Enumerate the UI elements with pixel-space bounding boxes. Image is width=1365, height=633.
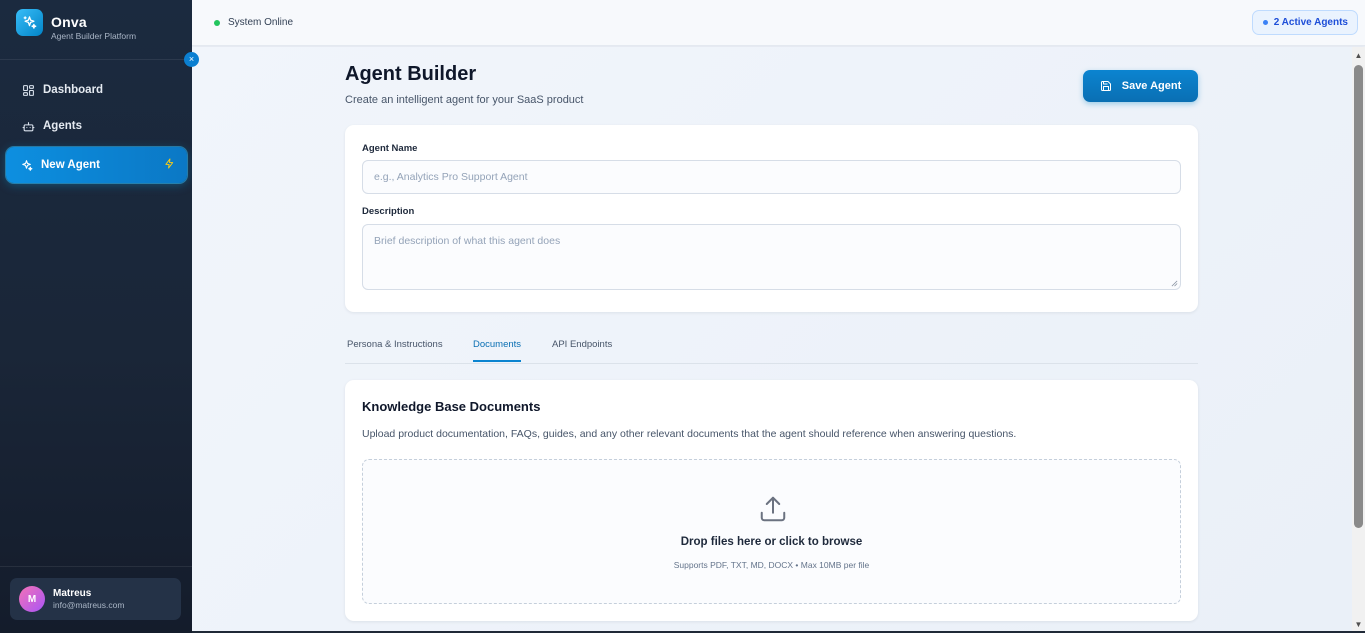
agent-name-label: Agent Name: [362, 143, 418, 154]
save-icon: [1100, 80, 1112, 92]
save-agent-label: Save Agent: [1121, 80, 1182, 92]
page-subtitle: Create an intelligent agent for your Saa…: [345, 94, 584, 106]
bolt-icon: [164, 158, 175, 172]
agent-name-input[interactable]: e.g., Analytics Pro Support Agent: [362, 160, 1181, 194]
tab-api-endpoints[interactable]: API Endpoints: [552, 339, 612, 360]
user-email: info@matreus.com: [53, 600, 125, 610]
description-textarea[interactable]: Brief description of what this agent doe…: [362, 224, 1181, 290]
resize-handle-icon[interactable]: [1171, 280, 1178, 287]
system-status: System Online: [214, 17, 293, 28]
sidebar-footer: M Matreus info@matreus.com: [0, 566, 192, 633]
description-label: Description: [362, 206, 415, 217]
documents-title: Knowledge Base Documents: [362, 399, 541, 414]
agent-details-card: Agent Name e.g., Analytics Pro Support A…: [345, 125, 1198, 312]
file-dropzone[interactable]: Drop files here or click to browse Suppo…: [362, 459, 1181, 604]
upload-icon: [760, 496, 786, 522]
status-text: System Online: [228, 17, 294, 28]
main-content: Agent Builder Create an intelligent agen…: [192, 47, 1352, 633]
avatar: M: [19, 586, 45, 612]
tab-persona-instructions[interactable]: Persona & Instructions: [347, 339, 443, 360]
sidebar-nav: Dashboard Agents New Agent: [0, 60, 192, 183]
user-card[interactable]: M Matreus info@matreus.com: [10, 578, 181, 620]
tab-bar: Persona & Instructions Documents API End…: [345, 327, 1198, 364]
sidebar-item-new-agent[interactable]: New Agent: [6, 147, 187, 183]
description-placeholder: Brief description of what this agent doe…: [374, 235, 561, 247]
sidebar: Onva Agent Builder Platform Dashboard Ag…: [0, 0, 192, 633]
active-agents-badge[interactable]: 2 Active Agents: [1251, 10, 1358, 35]
tab-documents[interactable]: Documents: [473, 339, 522, 362]
topbar: System Online 2 Active Agents: [192, 0, 1365, 46]
bot-icon: [21, 119, 35, 133]
sidebar-item-label: New Agent: [41, 159, 100, 171]
page-title: Agent Builder: [345, 63, 477, 85]
user-name: Matreus: [53, 588, 92, 599]
status-dot-icon: [214, 19, 220, 26]
scrollbar-thumb[interactable]: [1354, 65, 1363, 528]
documents-description: Upload product documentation, FAQs, guid…: [362, 428, 1017, 440]
dropzone-title: Drop files here or click to browse: [680, 536, 863, 548]
brand-subtitle: Agent Builder Platform: [51, 31, 137, 41]
sidebar-item-agents[interactable]: Agents: [8, 111, 184, 141]
sparkles-logo-icon: [16, 9, 43, 36]
scroll-down-icon[interactable]: ▼: [1354, 620, 1363, 629]
grid-icon: [21, 83, 35, 97]
sidebar-item-label: Agents: [43, 120, 82, 132]
sparkles-icon: [19, 158, 33, 172]
brand-name: Onva: [51, 14, 87, 30]
save-agent-button[interactable]: Save Agent: [1083, 70, 1198, 102]
active-agents-label: 2 Active Agents: [1273, 17, 1348, 28]
dropzone-subtitle: Supports PDF, TXT, MD, DOCX • Max 10MB p…: [673, 560, 870, 570]
sidebar-item-label: Dashboard: [43, 84, 104, 96]
brand: Onva Agent Builder Platform: [0, 0, 192, 60]
documents-card: Knowledge Base Documents Upload product …: [345, 380, 1198, 621]
sidebar-item-dashboard[interactable]: Dashboard: [8, 75, 184, 105]
badge-dot-icon: [1262, 20, 1268, 25]
scroll-up-icon[interactable]: ▲: [1354, 51, 1363, 60]
page-scrollbar[interactable]: ▲ ▼: [1352, 47, 1365, 633]
collapse-sidebar-button[interactable]: ×: [184, 52, 199, 67]
